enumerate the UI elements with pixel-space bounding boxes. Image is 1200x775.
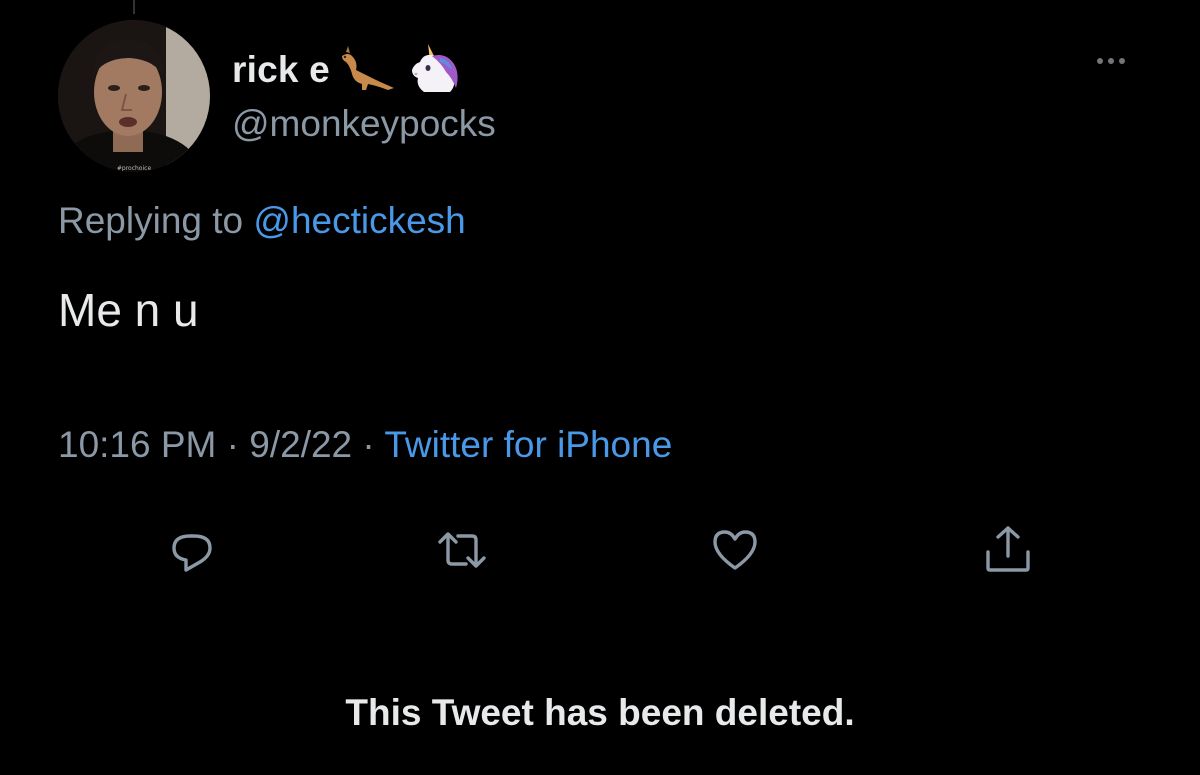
user-name-row[interactable]: rick e — [232, 42, 462, 99]
like-icon[interactable] — [705, 522, 765, 578]
replying-to-handle[interactable]: @hectickesh — [253, 200, 465, 241]
unicorn-emoji — [406, 42, 462, 99]
dot — [1119, 58, 1125, 64]
retweet-icon[interactable] — [432, 522, 492, 578]
avatar[interactable]: #prochoice — [58, 20, 210, 172]
replying-to: Replying to @hectickesh — [58, 200, 466, 242]
tweet-text: Me n u — [58, 284, 199, 336]
deleted-tweet-notice: This Tweet has been deleted. — [345, 692, 855, 733]
display-name[interactable]: rick e — [232, 49, 330, 91]
replying-to-label: Replying to — [58, 200, 244, 241]
tweet-time[interactable]: 10:16 PM — [58, 424, 216, 465]
tweet-date[interactable]: 9/2/22 — [249, 424, 352, 465]
kangaroo-emoji — [336, 44, 400, 97]
meta-separator: · — [362, 424, 375, 465]
share-icon[interactable] — [978, 522, 1038, 578]
avatar-caption: #prochoice — [116, 165, 152, 172]
dot — [1097, 58, 1103, 64]
avatar-photo — [58, 20, 210, 172]
user-handle[interactable]: @monkeypocks — [232, 103, 496, 145]
thread-line — [133, 0, 135, 14]
meta-separator: · — [226, 424, 239, 465]
tweet-source-link[interactable]: Twitter for iPhone — [384, 424, 672, 465]
tweet-meta: 10:16 PM · 9/2/22 · Twitter for iPhone — [58, 424, 672, 466]
more-options-icon[interactable] — [1097, 58, 1125, 64]
reply-icon[interactable] — [162, 522, 222, 578]
dot — [1108, 58, 1114, 64]
